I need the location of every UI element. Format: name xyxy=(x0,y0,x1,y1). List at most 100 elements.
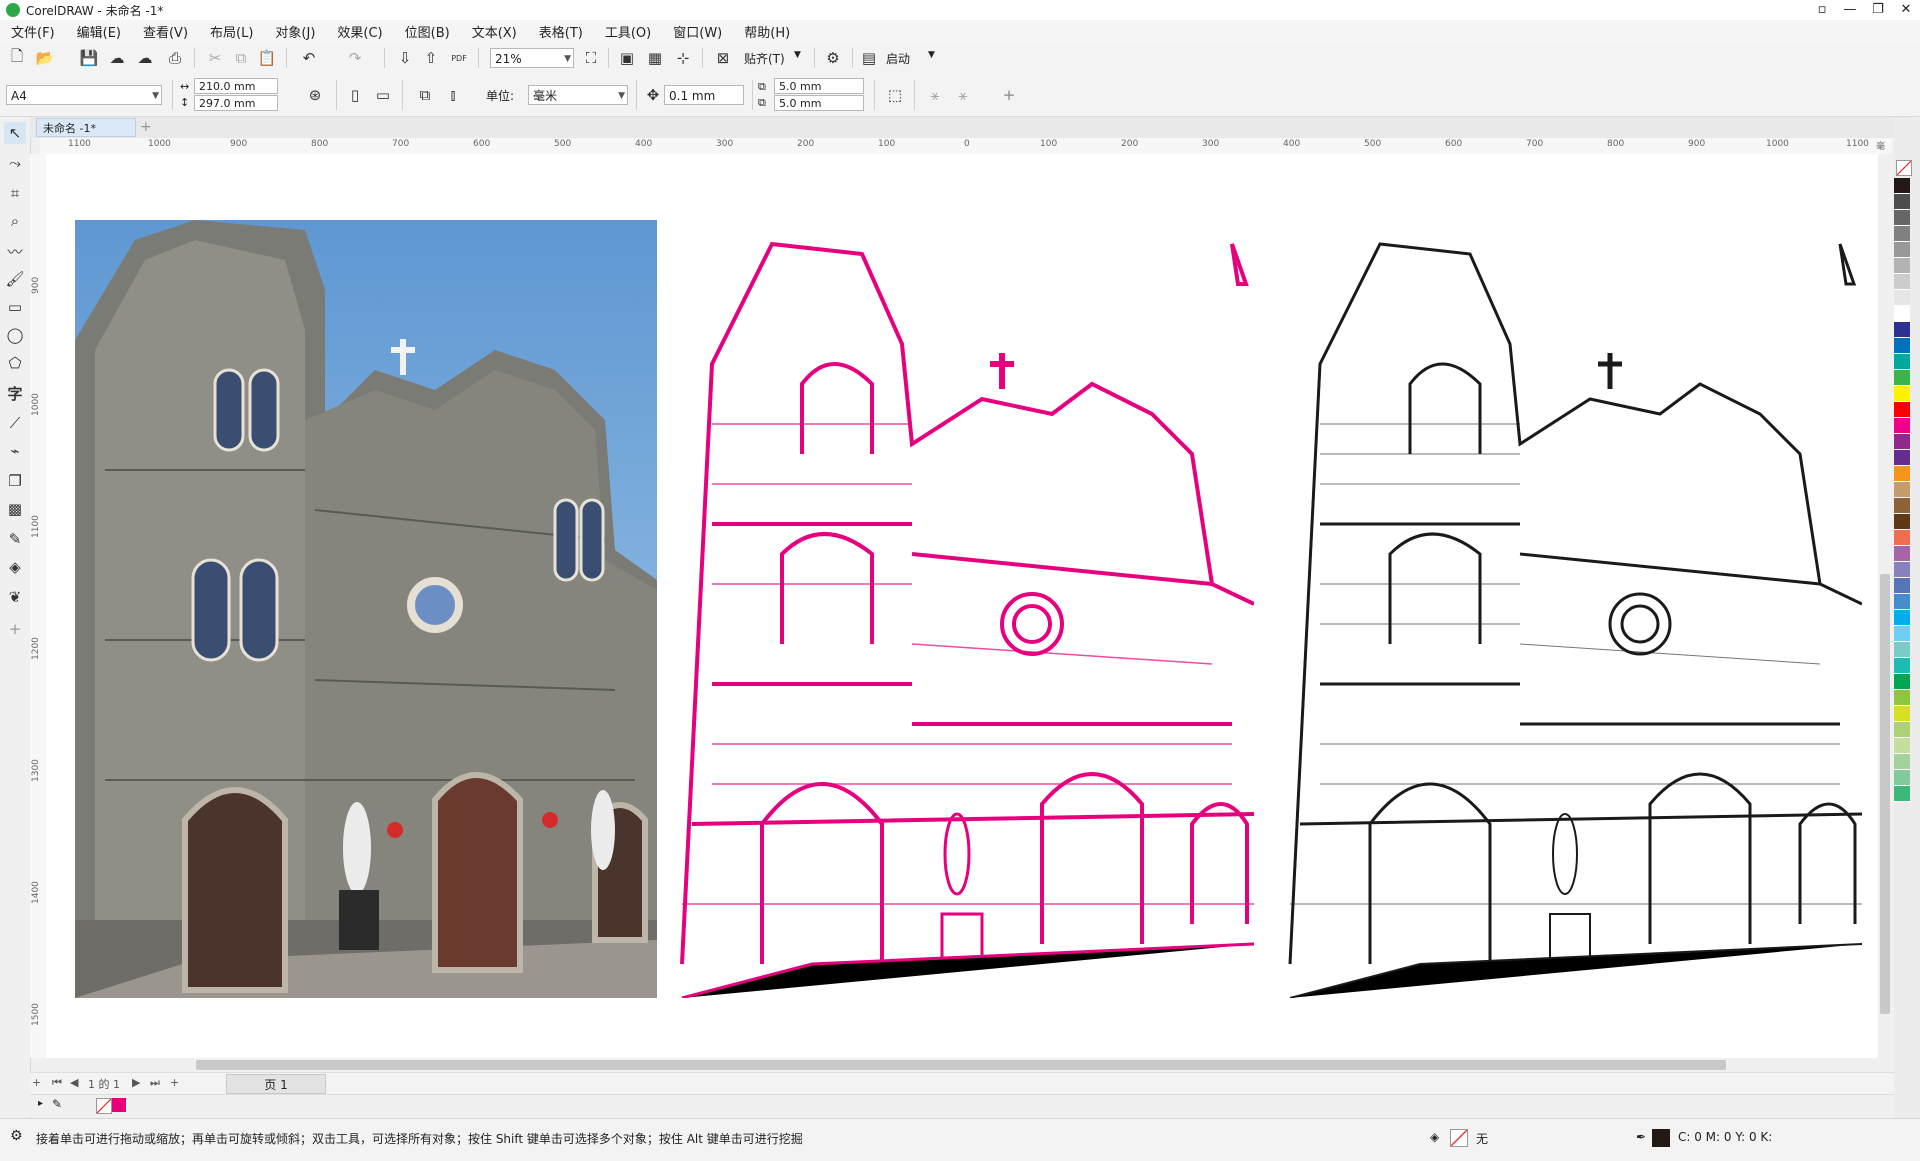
vertical-scroll-thumb[interactable] xyxy=(1880,574,1890,1014)
add-icon[interactable]: + xyxy=(998,84,1020,106)
options-gear-icon[interactable]: ⚙ xyxy=(822,47,844,69)
palette-swatch[interactable] xyxy=(1894,466,1910,482)
palette-swatch[interactable] xyxy=(1894,690,1910,706)
menu-table[interactable]: 表格(T) xyxy=(528,22,594,41)
church-photo[interactable] xyxy=(75,220,657,998)
no-fill-swatch[interactable] xyxy=(1896,160,1912,176)
page-width-field[interactable]: 210.0 mm xyxy=(194,78,278,94)
duplicate-y-field[interactable]: 5.0 mm xyxy=(774,95,864,111)
palette-swatch[interactable] xyxy=(1894,450,1910,466)
palette-swatch[interactable] xyxy=(1894,738,1910,754)
units-select[interactable]: 毫米 ▼ xyxy=(528,85,628,105)
palette-swatch[interactable] xyxy=(1894,786,1910,802)
open-folder-icon[interactable]: 📂 xyxy=(34,47,56,69)
palette-swatch[interactable] xyxy=(1894,434,1910,450)
application-launcher-icon[interactable]: ▤ xyxy=(858,47,880,69)
cut-icon[interactable]: ✂ xyxy=(204,47,226,69)
snap-off-icon[interactable]: ⊠ xyxy=(712,47,734,69)
outline-color-swatch[interactable] xyxy=(1652,1129,1670,1147)
menu-layout[interactable]: 布局(L) xyxy=(199,22,264,41)
paste-icon[interactable]: 📋 xyxy=(256,47,278,69)
cloud-export-icon[interactable]: ☁ xyxy=(134,47,156,69)
close-button[interactable]: ✕ xyxy=(1892,0,1920,20)
palette-swatch[interactable] xyxy=(1894,754,1910,770)
palette-swatch[interactable] xyxy=(1894,674,1910,690)
palette-swatch[interactable] xyxy=(1894,770,1910,786)
pdf-icon[interactable]: PDF xyxy=(448,47,470,69)
drop-shadow-icon[interactable]: ❐ xyxy=(4,470,26,492)
eyedropper-icon[interactable]: ✎ xyxy=(4,528,26,550)
menu-tools[interactable]: 工具(O) xyxy=(594,22,662,41)
add-page-after-icon[interactable]: + xyxy=(170,1076,179,1089)
dimension-tool-icon[interactable]: ⟋ xyxy=(4,412,26,434)
zoom-to-page-icon[interactable]: ⛶ xyxy=(580,47,602,69)
page-size-select[interactable]: A4 ▼ xyxy=(6,85,162,105)
crop-tool-icon[interactable]: ⌗ xyxy=(4,182,26,204)
transparency-tool-icon[interactable]: ▩ xyxy=(4,498,26,520)
connector-tool-icon[interactable]: ⌁ xyxy=(4,440,26,462)
scale-factor-icon[interactable]: ⊛ xyxy=(304,84,326,106)
menu-help[interactable]: 帮助(H) xyxy=(733,22,801,41)
portrait-icon[interactable]: ▯ xyxy=(344,84,366,106)
menu-file[interactable]: 文件(F) xyxy=(0,22,66,41)
palette-swatch[interactable] xyxy=(1894,498,1910,514)
save-icon[interactable]: 💾 xyxy=(78,47,100,69)
restore-small-icon[interactable]: ▫ xyxy=(1808,0,1836,20)
new-tab-icon[interactable]: + xyxy=(140,119,152,135)
chevron-down-icon[interactable]: ▼ xyxy=(928,50,935,60)
expand-arrow-icon[interactable]: ▸ xyxy=(38,1098,43,1109)
import-icon[interactable]: ⇩ xyxy=(394,47,416,69)
menu-text[interactable]: 文本(X) xyxy=(461,22,528,41)
show-grid-icon[interactable]: ▦ xyxy=(644,47,666,69)
magenta-swatch[interactable] xyxy=(112,1098,126,1112)
last-page-icon[interactable]: ⏭ xyxy=(150,1076,160,1090)
next-page-icon[interactable]: ▶ xyxy=(132,1076,140,1089)
palette-swatch[interactable] xyxy=(1894,274,1910,290)
palette-swatch[interactable] xyxy=(1894,626,1910,642)
menu-edit[interactable]: 编辑(E) xyxy=(66,22,132,41)
palette-swatch[interactable] xyxy=(1894,322,1910,338)
palette-swatch[interactable] xyxy=(1894,578,1910,594)
full-screen-preview-icon[interactable]: ▣ xyxy=(616,47,638,69)
page-tab[interactable]: 页 1 xyxy=(226,1074,326,1094)
palette-swatch[interactable] xyxy=(1894,338,1910,354)
palette-swatch[interactable] xyxy=(1894,258,1910,274)
palette-swatch[interactable] xyxy=(1894,194,1910,210)
magenta-lineart-bitmap[interactable] xyxy=(672,224,1254,998)
palette-swatch[interactable] xyxy=(1894,402,1910,418)
duplicate-x-field[interactable]: 5.0 mm xyxy=(774,78,864,94)
palette-swatch[interactable] xyxy=(1894,354,1910,370)
current-page-icon[interactable]: ⫾ xyxy=(442,84,464,106)
undo-icon[interactable]: ↶ xyxy=(298,47,320,69)
palette-swatch[interactable] xyxy=(1894,530,1910,546)
redo-icon[interactable]: ↷ xyxy=(344,47,366,69)
menu-object[interactable]: 对象(J) xyxy=(264,22,326,41)
menu-effects[interactable]: 效果(C) xyxy=(326,22,393,41)
rectangle-tool-icon[interactable]: ▭ xyxy=(4,296,26,318)
page-height-field[interactable]: 297.0 mm xyxy=(194,95,278,111)
menu-window[interactable]: 窗口(W) xyxy=(662,22,733,41)
palette-swatch[interactable] xyxy=(1894,242,1910,258)
palette-swatch[interactable] xyxy=(1894,562,1910,578)
transparency-icon[interactable]: ⚹ xyxy=(924,84,946,106)
export-icon[interactable]: ⇧ xyxy=(420,47,442,69)
landscape-icon[interactable]: ▭ xyxy=(372,84,394,106)
menu-bitmaps[interactable]: 位图(B) xyxy=(394,22,461,41)
palette-swatch[interactable] xyxy=(1894,722,1910,738)
add-page-before-icon[interactable]: + xyxy=(32,1076,41,1089)
all-pages-icon[interactable]: ⧉ xyxy=(414,84,436,106)
freehand-tool-icon[interactable]: 〰 xyxy=(4,240,26,262)
palette-swatch[interactable] xyxy=(1894,178,1910,194)
palette-swatch[interactable] xyxy=(1894,482,1910,498)
horizontal-scroll-thumb[interactable] xyxy=(196,1060,1726,1070)
previous-page-icon[interactable]: ◀ xyxy=(70,1076,78,1089)
new-document-icon[interactable]: 🗋 xyxy=(6,47,28,69)
ellipse-tool-icon[interactable]: ◯ xyxy=(4,324,26,346)
overprint-icon[interactable]: ⚹ xyxy=(952,84,974,106)
zoom-tool-icon[interactable]: ⌕ xyxy=(4,210,26,232)
palette-swatch[interactable] xyxy=(1894,514,1910,530)
first-page-icon[interactable]: ⏮ xyxy=(52,1076,62,1090)
palette-swatch[interactable] xyxy=(1894,706,1910,722)
palette-swatch[interactable] xyxy=(1894,370,1910,386)
palette-swatch[interactable] xyxy=(1894,226,1910,242)
